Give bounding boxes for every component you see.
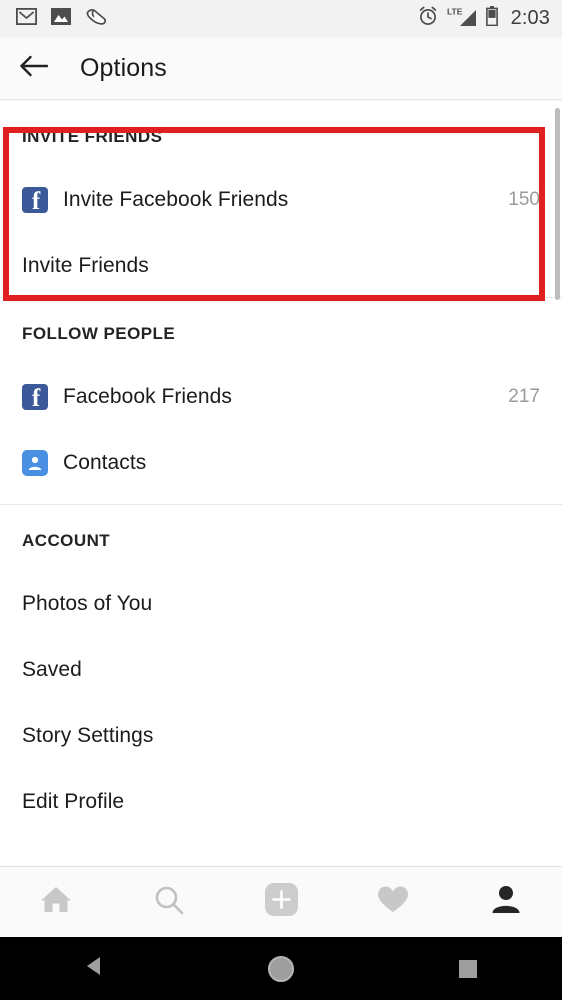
lte-signal-icon: LTE	[447, 6, 477, 32]
android-nav-bar	[0, 937, 562, 1000]
facebook-icon	[22, 187, 48, 213]
row-invite-friends[interactable]: Invite Friends	[0, 233, 562, 299]
row-label: Facebook Friends	[63, 385, 232, 408]
section-header-invite-friends: INVITE FRIENDS	[22, 127, 163, 146]
status-bar-clock: 2:03	[510, 7, 550, 29]
circle-icon	[267, 955, 294, 982]
status-bar-left-icons	[15, 7, 107, 31]
row-facebook-friends[interactable]: Facebook Friends 217	[0, 364, 562, 430]
row-count: 150	[508, 189, 540, 210]
back-arrow-icon	[19, 54, 49, 83]
profile-tab[interactable]	[450, 867, 562, 938]
row-label: Invite Friends	[22, 254, 149, 277]
vertical-scrollbar[interactable]	[555, 108, 560, 300]
row-count: 217	[508, 386, 540, 407]
back-button[interactable]	[6, 37, 62, 99]
square-icon	[459, 959, 478, 978]
search-icon	[153, 884, 185, 921]
row-invite-facebook-friends[interactable]: Invite Facebook Friends 150	[0, 167, 562, 233]
plus-square-icon	[264, 883, 298, 921]
alarm-icon	[418, 6, 438, 31]
android-back-button[interactable]	[0, 937, 187, 1000]
row-label: Photos of You	[22, 592, 153, 615]
android-recents-button[interactable]	[375, 937, 562, 1000]
gmail-icon	[15, 7, 38, 30]
section-header-account: ACCOUNT	[22, 531, 111, 550]
android-home-button[interactable]	[187, 937, 374, 1000]
page-title: Options	[80, 53, 167, 82]
row-contacts[interactable]: Contacts	[0, 430, 562, 496]
status-bar-right-icons: LTE 2:03	[418, 6, 550, 32]
person-icon	[490, 884, 522, 920]
row-photos-of-you[interactable]: Photos of You	[0, 571, 562, 637]
status-bar: LTE 2:03	[0, 0, 562, 37]
row-label: Contacts	[63, 451, 147, 474]
row-story-settings[interactable]: Story Settings	[0, 703, 562, 769]
options-list[interactable]: INVITE FRIENDS Invite Facebook Friends 1…	[0, 101, 562, 866]
row-edit-profile[interactable]: Edit Profile	[0, 769, 562, 835]
battery-icon	[485, 6, 498, 31]
home-icon	[39, 884, 73, 920]
row-label: Saved	[22, 658, 82, 681]
section-invite-friends: INVITE FRIENDS Invite Facebook Friends 1…	[0, 101, 562, 301]
row-label: Invite Facebook Friends	[63, 188, 289, 211]
section-follow-people: FOLLOW PEOPLE Facebook Friends 217	[0, 108, 562, 504]
row-label: Edit Profile	[22, 790, 125, 813]
add-post-tab[interactable]	[225, 867, 337, 938]
heart-icon	[376, 884, 410, 920]
svg-text:LTE: LTE	[447, 6, 463, 16]
bottom-tab-bar	[0, 866, 562, 937]
contacts-icon	[22, 450, 48, 476]
photos-icon	[51, 7, 71, 30]
home-tab[interactable]	[0, 867, 112, 938]
facebook-icon	[22, 384, 48, 410]
row-saved[interactable]: Saved	[0, 637, 562, 703]
section-account: ACCOUNT Photos of You Saved Story Settin…	[0, 505, 562, 835]
triangle-left-icon	[83, 954, 105, 983]
app-bar: Options	[0, 37, 562, 99]
shoe-tag-icon	[85, 7, 107, 31]
row-label: Story Settings	[22, 724, 154, 747]
phone-screen: LTE 2:03 Options INVITE FRIENDS f Invite…	[0, 0, 562, 1000]
section-header-follow-people: FOLLOW PEOPLE	[22, 324, 176, 343]
search-tab[interactable]	[112, 867, 224, 938]
activity-tab[interactable]	[337, 867, 449, 938]
